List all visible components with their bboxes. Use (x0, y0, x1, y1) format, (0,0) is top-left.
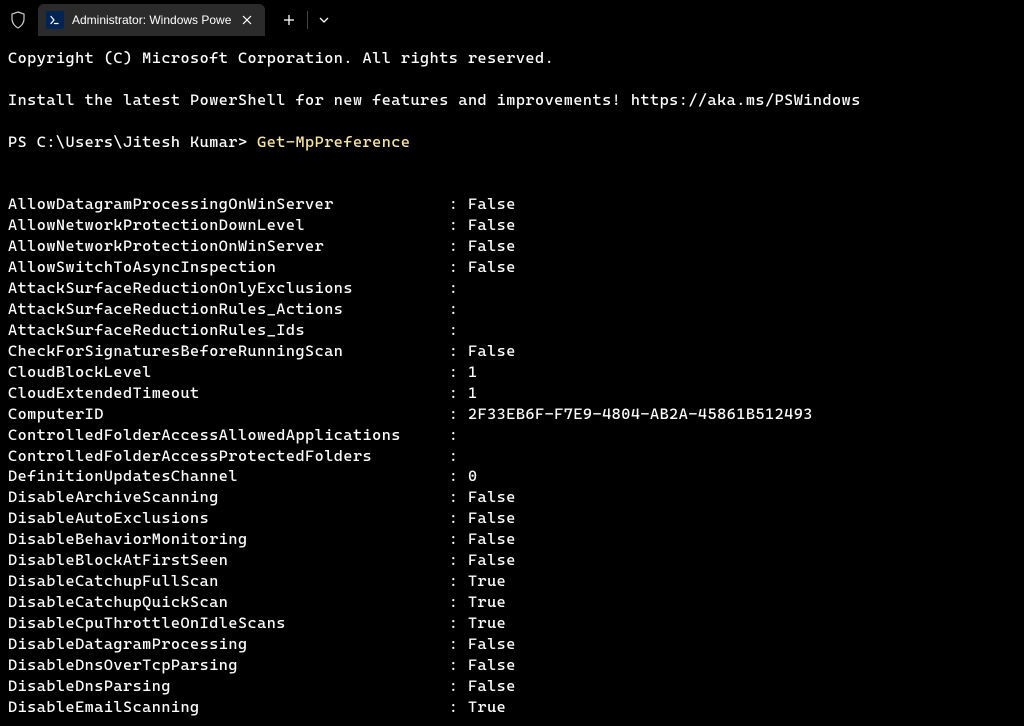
prompt-line: PS C:\Users\Jitesh Kumar> Get-MpPreferen… (8, 132, 1016, 153)
output-row: CloudBlockLevel : 1 (8, 362, 1016, 383)
output-row: CloudExtendedTimeout : 1 (8, 383, 1016, 404)
install-msg-line: Install the latest PowerShell for new fe… (8, 90, 1016, 111)
copyright-line: Copyright (C) Microsoft Corporation. All… (8, 48, 1016, 69)
output-row: DisableDnsOverTcpParsing : False (8, 655, 1016, 676)
output-row: DisableBlockAtFirstSeen : False (8, 550, 1016, 571)
powershell-icon (46, 11, 64, 29)
blank-line (8, 69, 1016, 90)
command: Get-MpPreference (257, 133, 410, 151)
output-row: DisableDatagramProcessing : False (8, 634, 1016, 655)
shield-icon (8, 10, 28, 30)
output-row: ControlledFolderAccessAllowedApplication… (8, 425, 1016, 446)
output-row: DefinitionUpdatesChannel : 0 (8, 466, 1016, 487)
output-row: DisableEmailScanning : True (8, 697, 1016, 718)
output-row: AllowNetworkProtectionDownLevel : False (8, 215, 1016, 236)
tab-dropdown-button[interactable] (310, 4, 338, 36)
output-row: AllowNetworkProtectionOnWinServer : Fals… (8, 236, 1016, 257)
output-row: DisableArchiveScanning : False (8, 487, 1016, 508)
output-row: DisableCpuThrottleOnIdleScans : True (8, 613, 1016, 634)
output-row: AllowDatagramProcessingOnWinServer : Fal… (8, 194, 1016, 215)
blank-line (8, 111, 1016, 132)
blank-line (8, 153, 1016, 174)
output-row: DisableCatchupFullScan : True (8, 571, 1016, 592)
prompt: PS C:\Users\Jitesh Kumar> (8, 133, 257, 151)
output-row: DisableBehaviorMonitoring : False (8, 529, 1016, 550)
blank-line (8, 174, 1016, 195)
output-row: DisableAutoExclusions : False (8, 508, 1016, 529)
output-row: AttackSurfaceReductionRules_Actions : (8, 299, 1016, 320)
output-row: AttackSurfaceReductionRules_Ids : (8, 320, 1016, 341)
new-tab-button[interactable] (273, 4, 305, 36)
active-tab[interactable]: Administrator: Windows Powe (38, 4, 265, 36)
close-tab-button[interactable] (239, 12, 255, 28)
output-row: AllowSwitchToAsyncInspection : False (8, 257, 1016, 278)
tab-title: Administrator: Windows Powe (72, 13, 231, 27)
output-row: CheckForSignaturesBeforeRunningScan : Fa… (8, 341, 1016, 362)
output-row: DisableCatchupQuickScan : True (8, 592, 1016, 613)
terminal-output[interactable]: Copyright (C) Microsoft Corporation. All… (0, 40, 1024, 726)
titlebar: Administrator: Windows Powe (0, 0, 1024, 40)
output-row: ComputerID : 2F33EB6F-F7E9-4804-AB2A-458… (8, 404, 1016, 425)
divider (307, 11, 308, 29)
output-row: ControlledFolderAccessProtectedFolders : (8, 446, 1016, 467)
output-row: AttackSurfaceReductionOnlyExclusions : (8, 278, 1016, 299)
output-row: DisableDnsParsing : False (8, 676, 1016, 697)
